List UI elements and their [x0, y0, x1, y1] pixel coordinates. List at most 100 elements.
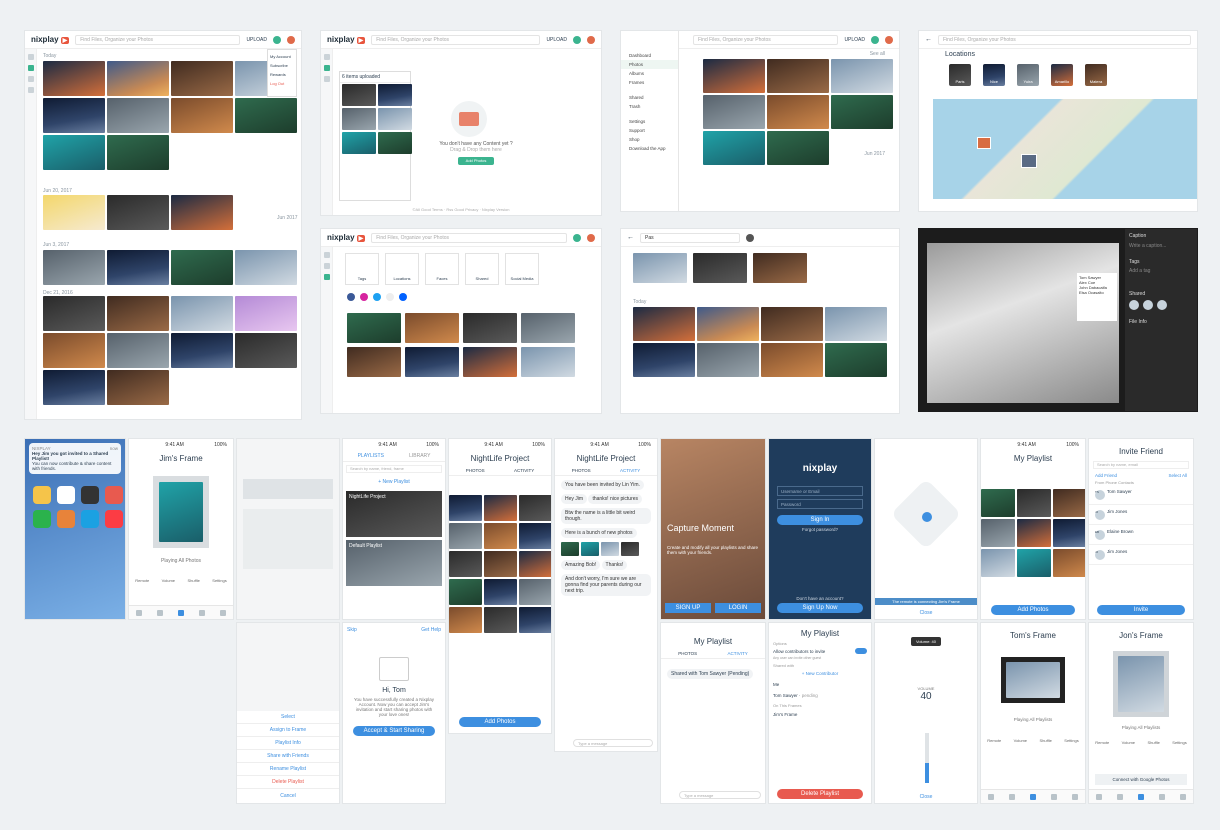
logo[interactable]: nixplay ▶ — [327, 233, 366, 242]
tab-activity[interactable]: ACTIVITY — [728, 651, 748, 656]
search-input[interactable]: Search by name, friend, frame — [346, 465, 442, 473]
photo[interactable] — [703, 59, 765, 93]
location-card[interactable]: Nice — [983, 64, 1005, 86]
menu-shop[interactable]: Shop — [621, 135, 678, 144]
login-button[interactable]: LOGIN — [715, 603, 761, 613]
photo[interactable] — [633, 343, 695, 377]
shuffle-button[interactable]: Shuffle — [1039, 738, 1051, 743]
tab-icon[interactable] — [198, 609, 205, 616]
photo[interactable] — [107, 296, 169, 331]
photo[interactable] — [831, 59, 893, 93]
photo[interactable] — [519, 523, 551, 549]
shuffle-button[interactable]: Shuffle — [187, 578, 199, 583]
photo[interactable] — [43, 296, 105, 331]
photos-icon[interactable] — [28, 65, 34, 71]
username-field[interactable]: Username or Email — [777, 486, 863, 496]
app-icon[interactable] — [81, 486, 99, 504]
photo[interactable] — [235, 98, 297, 133]
location-card[interactable]: Paris — [949, 64, 971, 86]
volume-button[interactable]: Volume — [1122, 740, 1135, 745]
photo[interactable] — [1017, 519, 1051, 547]
menu-settings[interactable]: Settings — [621, 111, 678, 126]
photo[interactable] — [43, 135, 105, 170]
member-tom[interactable]: Tom Sawyer · pending — [769, 690, 871, 701]
tab-activity[interactable]: ACTIVITY — [620, 468, 640, 473]
tile-social[interactable]: Social Media — [505, 253, 539, 285]
tab-library[interactable]: LIBRARY — [409, 453, 430, 459]
remote-button[interactable]: Remote — [1095, 740, 1109, 745]
tab-photos[interactable]: PHOTOS — [466, 468, 485, 473]
album-card[interactable] — [463, 313, 517, 343]
photo[interactable] — [107, 61, 169, 96]
shuffle-button[interactable]: Shuffle — [1147, 740, 1159, 745]
photo[interactable] — [235, 333, 297, 368]
menu-frames[interactable]: Frames — [621, 78, 678, 87]
photo-view[interactable]: Tom Sawyer Alex Coe John Dabacalfa Elsa … — [927, 243, 1119, 403]
photo[interactable] — [449, 551, 482, 577]
photo[interactable] — [342, 84, 376, 106]
photo[interactable] — [107, 98, 169, 133]
select-item[interactable]: Select — [237, 711, 339, 724]
logo[interactable]: nixplay ▶ — [31, 35, 70, 44]
push-notification[interactable]: NIXPLAY now Hey Jim you got invited to a … — [29, 443, 121, 474]
menu-my-account[interactable]: My Account — [270, 52, 294, 61]
assign-frame-item[interactable]: Assign to Frame — [237, 724, 339, 737]
photo[interactable] — [235, 296, 297, 331]
photo[interactable] — [1053, 519, 1085, 547]
album-card[interactable] — [463, 347, 517, 377]
settings-button[interactable]: Settings — [1172, 740, 1186, 745]
photo[interactable] — [449, 579, 482, 605]
tab-activity[interactable]: ACTIVITY — [514, 468, 534, 473]
sign-up-button[interactable]: SIGN UP — [665, 603, 711, 613]
photo[interactable] — [519, 495, 551, 521]
avatar[interactable] — [287, 35, 295, 44]
frame-title[interactable]: Jim's Frame — [129, 451, 233, 466]
search-input[interactable]: Find Files, Organize your Photos — [371, 232, 567, 243]
app-icon[interactable] — [33, 510, 51, 528]
photo[interactable] — [171, 195, 233, 230]
footer-link[interactable]: Nixplay Version — [482, 207, 510, 212]
avatar[interactable] — [587, 233, 595, 242]
app-icon[interactable] — [57, 510, 75, 528]
photo[interactable] — [767, 59, 829, 93]
frame-title[interactable]: Tom's Frame — [981, 623, 1085, 643]
avatar[interactable] — [587, 35, 595, 44]
result-card[interactable] — [753, 253, 807, 283]
frame-item[interactable]: Jim's Frame — [769, 710, 871, 719]
instagram-icon[interactable] — [360, 293, 368, 301]
play-button[interactable] — [922, 512, 932, 522]
accept-button[interactable]: Accept & Start Sharing — [353, 726, 435, 736]
search-input[interactable]: Find Files, Organize your Photos — [75, 34, 241, 45]
search-input[interactable]: Find Files, Organize your Photos — [371, 34, 541, 45]
menu-shared[interactable]: Shared — [621, 87, 678, 102]
photo[interactable] — [519, 607, 551, 633]
result-card[interactable] — [633, 253, 687, 283]
photo[interactable] — [378, 132, 412, 154]
add-icon[interactable] — [177, 609, 184, 616]
settings-button[interactable]: Settings — [1064, 738, 1078, 743]
tile-tags[interactable]: Tags — [345, 253, 379, 285]
menu-support[interactable]: Support — [621, 126, 678, 135]
photo[interactable] — [43, 61, 105, 96]
photo[interactable] — [378, 84, 412, 106]
tile-shared[interactable]: Shared — [465, 253, 499, 285]
playlist-info-item[interactable]: Playlist Info — [237, 737, 339, 750]
app-icon[interactable] — [57, 486, 75, 504]
photo[interactable] — [703, 95, 765, 129]
tab-icon[interactable] — [1071, 793, 1078, 800]
tab-icon[interactable] — [219, 609, 226, 616]
albums-icon[interactable] — [324, 76, 330, 82]
album-card[interactable] — [405, 347, 459, 377]
photo[interactable] — [697, 307, 759, 341]
menu-albums[interactable]: Albums — [621, 69, 678, 78]
photo[interactable] — [697, 343, 759, 377]
add-photos-button[interactable]: Add Photos — [991, 605, 1075, 615]
new-playlist-button[interactable]: + New Playlist — [343, 476, 445, 488]
menu-subscribe[interactable]: Subscribe — [270, 61, 294, 70]
tile-faces[interactable]: Faces — [425, 253, 459, 285]
photo[interactable] — [1053, 489, 1085, 517]
photo[interactable] — [621, 542, 639, 556]
menu-dashboard[interactable]: Dashboard — [621, 51, 678, 60]
tab-icon[interactable] — [157, 609, 164, 616]
password-field[interactable]: Password — [777, 499, 863, 509]
